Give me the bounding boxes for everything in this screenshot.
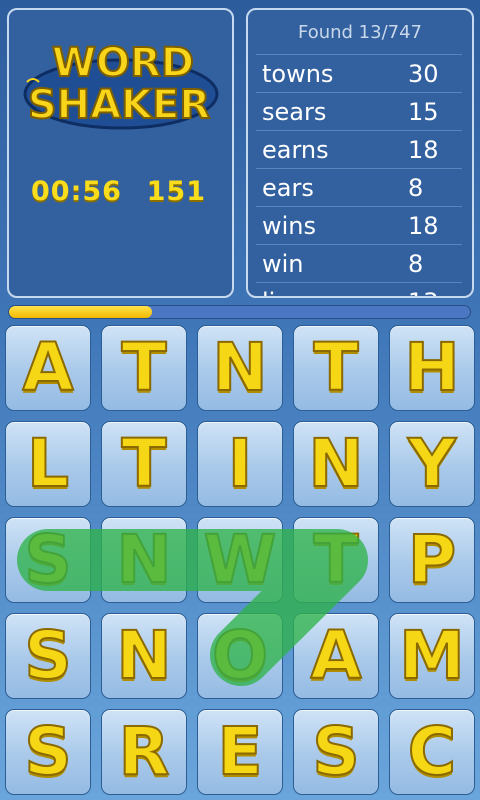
progress-fill	[9, 306, 152, 318]
letter-tile[interactable]: Y	[389, 421, 475, 507]
found-word-row: lins13	[256, 282, 462, 296]
found-word-score: 8	[408, 249, 424, 278]
letter-tile[interactable]: N	[293, 421, 379, 507]
tile-letter: E	[216, 713, 263, 790]
tile-letter: S	[23, 617, 73, 694]
tile-letter: I	[227, 425, 254, 502]
progress-bar	[8, 305, 471, 319]
letter-tile[interactable]: I	[197, 421, 283, 507]
tile-letter: T	[312, 521, 359, 598]
letter-tile[interactable]: A	[293, 613, 379, 699]
found-word: sears	[262, 97, 327, 126]
score-panel: WORD SHAKER 00:56 151	[7, 8, 234, 298]
letter-tile[interactable]: S	[5, 709, 91, 795]
letter-tile[interactable]: S	[5, 517, 91, 603]
letter-tile[interactable]: L	[5, 421, 91, 507]
score-display: 151	[146, 176, 206, 207]
tile-letter: T	[120, 329, 167, 406]
tile-letter: N	[211, 329, 268, 406]
word-shaker-logo: WORD SHAKER	[23, 39, 219, 130]
tile-letter: A	[309, 617, 362, 694]
letter-tile[interactable]: H	[389, 325, 475, 411]
letter-tile[interactable]: M	[389, 613, 475, 699]
tile-letter: P	[407, 521, 457, 598]
found-word: lins	[256, 288, 408, 297]
found-word-score: 15	[408, 97, 439, 126]
letter-tile[interactable]: S	[293, 709, 379, 795]
tile-letter: M	[398, 617, 466, 694]
letter-tile[interactable]: W	[197, 517, 283, 603]
found-words-list[interactable]: towns 30 sears 15 earns 18 ears 8 wins 18 win 8 lins…	[256, 54, 462, 296]
letter-tile[interactable]: O	[197, 613, 283, 699]
timer-display: 00:56	[31, 176, 122, 207]
found-word-row: ears 8	[256, 168, 462, 206]
letter-tile[interactable]: R	[101, 709, 187, 795]
logo-word: WORD	[52, 40, 194, 86]
found-word-score: 8	[408, 173, 424, 202]
found-word: earns	[262, 135, 329, 164]
tile-letter: H	[403, 329, 460, 406]
letter-tile[interactable]: N	[101, 517, 187, 603]
found-word: ears	[262, 173, 314, 202]
tile-letter: W	[203, 521, 278, 598]
letter-tile[interactable]: T	[101, 421, 187, 507]
tile-letter: R	[118, 713, 171, 790]
tile-letter: T	[312, 329, 359, 406]
letter-tile[interactable]: T	[293, 517, 379, 603]
found-word-score: 13	[408, 288, 462, 297]
tile-letter: A	[21, 329, 74, 406]
found-word-row: towns 30	[256, 54, 462, 92]
tile-letter: N	[115, 617, 172, 694]
letter-tile[interactable]: P	[389, 517, 475, 603]
tile-letter: Y	[407, 425, 457, 502]
found-word-row: wins 18	[256, 206, 462, 244]
logo-shaker: SHAKER	[28, 82, 210, 128]
tile-letter: S	[311, 713, 361, 790]
letter-tile[interactable]: N	[101, 613, 187, 699]
tile-letter: S	[23, 521, 73, 598]
letter-grid[interactable]: ATNTHLTINYSNWTPSNOAMSRESC	[5, 325, 477, 795]
tile-letter: C	[407, 713, 457, 790]
found-word-score: 18	[408, 211, 439, 240]
found-word-row: sears 15	[256, 92, 462, 130]
found-word-row: earns 18	[256, 130, 462, 168]
letter-tile[interactable]: T	[101, 325, 187, 411]
letter-tile[interactable]: T	[293, 325, 379, 411]
tile-letter: O	[211, 617, 269, 694]
letter-tile[interactable]: A	[5, 325, 91, 411]
tile-letter: N	[307, 425, 364, 502]
found-word: win	[262, 249, 304, 278]
found-words-panel: Found 13/747 towns 30 sears 15 earns 18 ears 8 w…	[246, 8, 474, 298]
letter-tile[interactable]: S	[5, 613, 91, 699]
tile-letter: N	[115, 521, 172, 598]
tile-letter: L	[26, 425, 70, 502]
letter-tile[interactable]: N	[197, 325, 283, 411]
tile-letter: S	[23, 713, 73, 790]
found-word-row: win 8	[256, 244, 462, 282]
letter-tile[interactable]: C	[389, 709, 475, 795]
letter-tile[interactable]: E	[197, 709, 283, 795]
found-count: Found 13/747	[297, 22, 422, 43]
found-word-score: 18	[408, 135, 439, 164]
tile-letter: T	[120, 425, 167, 502]
found-word: wins	[262, 211, 317, 240]
found-word: towns	[262, 59, 334, 88]
found-word-score: 30	[408, 59, 439, 88]
